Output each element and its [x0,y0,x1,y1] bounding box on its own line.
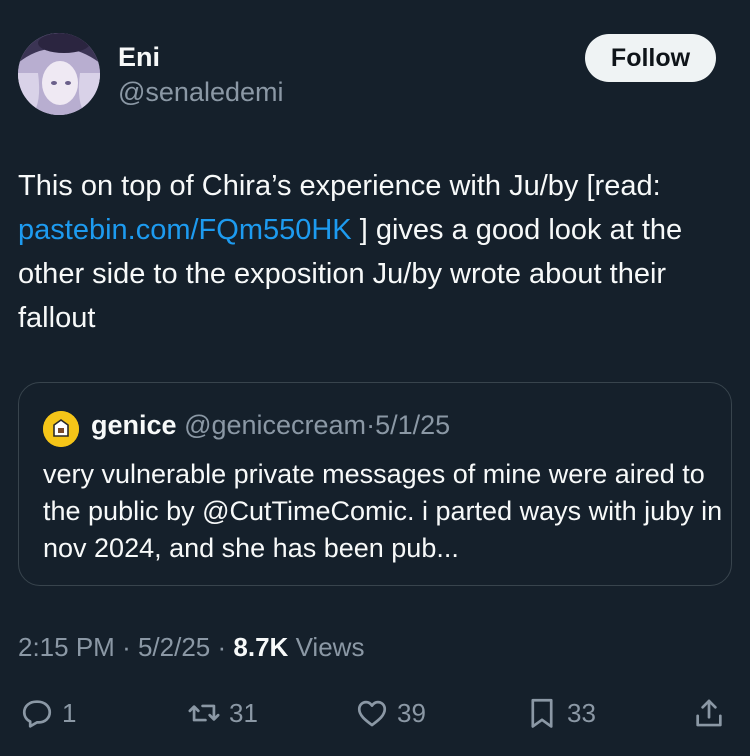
pastebin-link[interactable]: pastebin.com/FQm550HK [18,214,352,246]
reply-button[interactable]: 1 [20,694,76,732]
reply-count: 1 [62,697,77,728]
quoted-separator: · [366,410,376,440]
tweet-text: This on top of Chira’s experience with J… [18,164,738,340]
quoted-text: very vulnerable private messages of mine… [43,459,723,563]
views-label: Views [295,632,365,662]
bookmark-button[interactable]: 33 [525,694,596,732]
avatar-image [18,33,100,115]
author-display-name[interactable]: Eni [118,42,160,73]
like-count: 39 [397,697,426,728]
quoted-date[interactable]: 5/1/25 [375,410,450,440]
author-avatar[interactable] [18,33,100,115]
quoted-tweet-card[interactable]: genice @genicecream·5/1/25 very vulnerab… [18,382,732,586]
reply-icon [22,700,52,728]
share-icon [696,699,722,727]
repost-count: 31 [229,697,258,728]
quoted-header: genice @genicecream·5/1/25 [91,410,450,441]
bookmark-icon [531,698,553,728]
tweet-meta: 2:15 PM · 5/2/25 · 8.7K Views [18,632,364,663]
like-icon [357,700,387,727]
quoted-display-name[interactable]: genice [91,410,177,440]
tweet-time[interactable]: 2:15 PM [18,632,115,662]
repost-icon [188,704,220,722]
author-handle[interactable]: @senaledemi [118,77,284,108]
bookmark-count: 33 [567,697,596,728]
tweet-detail: Eni @senaledemi Follow This on top of Ch… [0,0,750,756]
views-count: 8.7K [233,632,289,662]
share-button[interactable] [692,694,726,732]
quoted-handle[interactable]: @genicecream [184,410,366,440]
tweet-text-part: This on top of Chira’s experience with J… [18,170,661,202]
meta-separator: · [217,632,227,662]
repost-button[interactable]: 31 [187,694,258,732]
tweet-date[interactable]: 5/2/25 [138,632,210,662]
follow-button[interactable]: Follow [585,34,716,82]
meta-separator: · [122,632,131,662]
quoted-author-avatar[interactable] [43,411,79,447]
quoted-avatar-image [43,411,79,447]
like-button[interactable]: 39 [355,694,426,732]
